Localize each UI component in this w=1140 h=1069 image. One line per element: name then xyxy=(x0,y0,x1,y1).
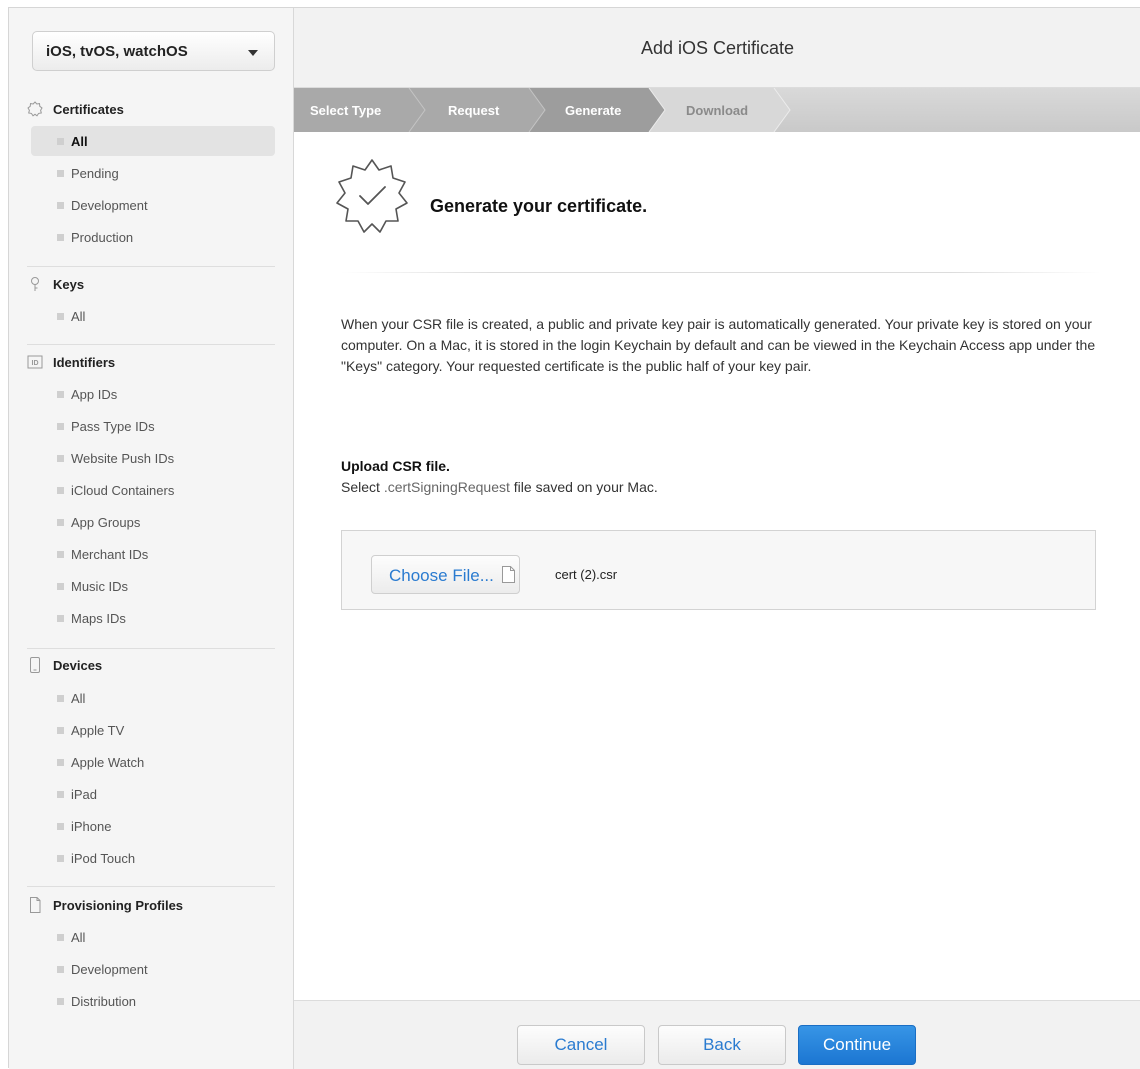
certificate-icon xyxy=(27,101,43,117)
sidebar-item-ipad[interactable]: iPad xyxy=(31,779,275,809)
main-panel: Add iOS Certificate Select Type Request … xyxy=(294,8,1140,1069)
sidebar-item-certificates-pending[interactable]: Pending xyxy=(31,158,275,188)
selected-file-name: cert (2).csr xyxy=(555,567,618,582)
bullet-icon xyxy=(57,966,64,973)
sidebar-item-website-push-ids[interactable]: Website Push IDs xyxy=(31,443,275,473)
cancel-button[interactable]: Cancel xyxy=(517,1025,645,1065)
bullet-icon xyxy=(57,423,64,430)
sidebar-item-apple-tv[interactable]: Apple TV xyxy=(31,715,275,745)
file-extension: .certSigningRequest xyxy=(383,479,510,495)
sidebar-item-app-ids[interactable]: App IDs xyxy=(31,379,275,409)
file-icon xyxy=(502,566,515,583)
upload-instructions: Select .certSigningRequest file saved on… xyxy=(341,479,658,495)
bullet-icon xyxy=(57,583,64,590)
platform-select-value: iOS, tvOS, watchOS xyxy=(46,43,188,60)
sidebar-item-app-groups[interactable]: App Groups xyxy=(31,507,275,537)
sidebar-divider xyxy=(27,266,275,267)
id-icon: ID xyxy=(27,355,43,369)
back-button[interactable]: Back xyxy=(658,1025,786,1065)
bullet-icon xyxy=(57,455,64,462)
sidebar-item-iphone[interactable]: iPhone xyxy=(31,811,275,841)
sidebar-item-apple-watch[interactable]: Apple Watch xyxy=(31,747,275,777)
app-window: iOS, tvOS, watchOS Certificates All Pend… xyxy=(8,7,1140,1069)
sidebar-item-keys-all[interactable]: All xyxy=(31,301,275,331)
bullet-icon xyxy=(57,727,64,734)
sidebar-item-profiles-distribution[interactable]: Distribution xyxy=(31,986,275,1016)
sidebar-item-certificates-production[interactable]: Production xyxy=(31,222,275,252)
bullet-icon xyxy=(57,934,64,941)
sidebar-item-certificates-development[interactable]: Development xyxy=(31,190,275,220)
bullet-icon xyxy=(57,551,64,558)
wizard-steps: Select Type Request Generate Download xyxy=(294,88,1140,132)
document-icon xyxy=(30,897,41,913)
certificate-badge-icon xyxy=(336,159,408,233)
bullet-icon xyxy=(57,791,64,798)
choose-file-button[interactable]: Choose File... xyxy=(371,555,520,594)
bullet-icon xyxy=(57,855,64,862)
section-title: Generate your certificate. xyxy=(430,196,648,216)
sidebar-item-devices-all[interactable]: All xyxy=(31,683,275,713)
bullet-icon xyxy=(57,313,64,320)
sidebar-item-maps-ids[interactable]: Maps IDs xyxy=(31,603,275,633)
bullet-icon xyxy=(57,391,64,398)
sidebar-divider xyxy=(27,344,275,345)
key-icon xyxy=(31,277,39,291)
sidebar-item-ipod-touch[interactable]: iPod Touch xyxy=(31,843,275,873)
continue-button[interactable]: Continue xyxy=(798,1025,916,1065)
chevron-down-icon xyxy=(248,50,258,56)
sidebar-item-music-ids[interactable]: Music IDs xyxy=(31,571,275,601)
bullet-icon xyxy=(57,202,64,209)
bullet-icon xyxy=(57,615,64,622)
divider xyxy=(341,272,1101,273)
bullet-icon xyxy=(57,170,64,177)
bullet-icon xyxy=(57,138,64,145)
sidebar-item-merchant-ids[interactable]: Merchant IDs xyxy=(31,539,275,569)
sidebar-item-pass-type-ids[interactable]: Pass Type IDs xyxy=(31,411,275,441)
device-icon xyxy=(30,657,40,673)
bullet-icon xyxy=(57,234,64,241)
file-upload-box: Choose File... cert (2).csr xyxy=(341,530,1096,610)
bullet-icon xyxy=(57,823,64,830)
footer-actions: Cancel Back Continue xyxy=(294,1000,1140,1069)
page-header: Add iOS Certificate xyxy=(294,8,1140,88)
platform-select[interactable]: iOS, tvOS, watchOS xyxy=(32,31,275,71)
bullet-icon xyxy=(57,998,64,1005)
bullet-icon xyxy=(57,759,64,766)
sidebar-divider xyxy=(27,648,275,649)
sidebar: iOS, tvOS, watchOS Certificates All Pend… xyxy=(9,8,294,1069)
upload-title: Upload CSR file. xyxy=(341,458,450,474)
sidebar-item-certificates-all[interactable]: All xyxy=(31,126,275,156)
sidebar-item-profiles-all[interactable]: All xyxy=(31,922,275,952)
sidebar-item-icloud-containers[interactable]: iCloud Containers xyxy=(31,475,275,505)
sidebar-divider xyxy=(27,886,275,887)
sidebar-item-profiles-development[interactable]: Development xyxy=(31,954,275,984)
description-text: When your CSR file is created, a public … xyxy=(341,316,1096,374)
bullet-icon xyxy=(57,487,64,494)
page-title: Add iOS Certificate xyxy=(640,38,795,58)
bullet-icon xyxy=(57,519,64,526)
bullet-icon xyxy=(57,695,64,702)
svg-text:ID: ID xyxy=(32,360,39,367)
